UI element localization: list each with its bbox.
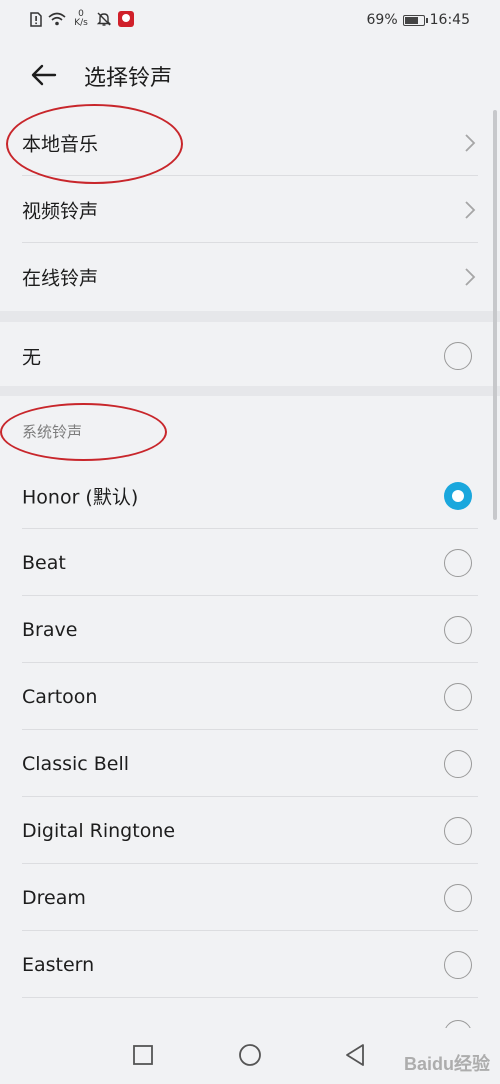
ringtone-item[interactable]: Classic Bell: [0, 730, 500, 797]
battery-percent: 69%: [366, 12, 398, 28]
ringtone-item-partial[interactable]: [0, 998, 500, 1028]
radio-button[interactable]: [444, 950, 472, 979]
watermark: Baidu经验: [403, 1054, 490, 1074]
list-item-online-ringtone[interactable]: 在线铃声: [0, 243, 500, 310]
status-bar: 0 K/s 69% 16:45: [0, 0, 500, 40]
radio-button[interactable]: [444, 749, 472, 778]
battery-icon: [402, 14, 428, 26]
clock: 16:45: [429, 12, 470, 28]
section-header-system-ringtones: 系统铃声: [22, 423, 83, 441]
ringtone-none-option[interactable]: 无: [0, 322, 500, 389]
recent-apps-icon[interactable]: [130, 1042, 156, 1068]
ringtone-item[interactable]: Brave: [0, 596, 500, 663]
ringtone-item[interactable]: Digital Ringtone: [0, 797, 500, 864]
bell-muted-icon: [96, 12, 112, 26]
status-left-icons: 0 K/s: [30, 10, 134, 28]
ringtone-label: Classic Bell: [22, 752, 130, 775]
home-icon[interactable]: [237, 1042, 263, 1068]
chevron-right-icon: [465, 133, 476, 152]
ringtone-label: Beat: [22, 551, 66, 574]
list-item-label: 无: [22, 346, 42, 368]
status-right: 69% 16:45: [367, 12, 470, 28]
chevron-right-icon: [465, 267, 476, 286]
section-gap: [0, 386, 500, 396]
radio-button[interactable]: [444, 1020, 472, 1028]
radio-button[interactable]: [444, 816, 472, 845]
radio-button[interactable]: [444, 615, 472, 644]
ringtone-label: Cartoon: [22, 685, 98, 708]
ringtone-item[interactable]: Cartoon: [0, 663, 500, 730]
app-notification-icon: [118, 11, 134, 27]
ringtone-item[interactable]: Honor (默认): [0, 462, 500, 529]
ringtone-label: Dream: [22, 886, 86, 909]
list-item-label: 视频铃声: [22, 200, 99, 222]
network-speed-unit: K/s: [74, 18, 88, 28]
chevron-right-icon: [465, 200, 476, 219]
list-item-local-music[interactable]: 本地音乐: [0, 109, 500, 176]
scrollbar[interactable]: [493, 110, 497, 520]
radio-button[interactable]: [444, 883, 472, 912]
ringtone-label: Eastern: [22, 953, 95, 976]
sim-alert-icon: [30, 11, 42, 27]
ringtone-label: Honor (默认): [22, 486, 139, 508]
back-button[interactable]: [24, 56, 64, 94]
arrow-left-icon: [31, 64, 57, 86]
radio-button[interactable]: [444, 548, 472, 577]
section-gap: [0, 311, 500, 322]
page-title: 选择铃声: [84, 66, 173, 91]
back-icon[interactable]: [342, 1042, 368, 1068]
list-item-label: 在线铃声: [22, 267, 99, 289]
system-nav-bar: Baidu经验: [0, 1028, 500, 1084]
network-speed: 0 K/s: [72, 10, 90, 28]
ringtone-label: Brave: [22, 618, 78, 641]
ringtone-label: Digital Ringtone: [22, 819, 176, 842]
wifi-icon: [48, 12, 66, 26]
ringtone-item[interactable]: Dream: [0, 864, 500, 931]
ringtone-item[interactable]: Beat: [0, 529, 500, 596]
list-item-video-ringtone[interactable]: 视频铃声: [0, 176, 500, 243]
radio-button[interactable]: [444, 682, 472, 711]
ringtone-item[interactable]: Eastern: [0, 931, 500, 998]
app-header: 选择铃声: [0, 40, 500, 110]
radio-button-selected[interactable]: [444, 481, 472, 510]
radio-button[interactable]: [444, 341, 472, 370]
list-item-label: 本地音乐: [22, 133, 99, 155]
